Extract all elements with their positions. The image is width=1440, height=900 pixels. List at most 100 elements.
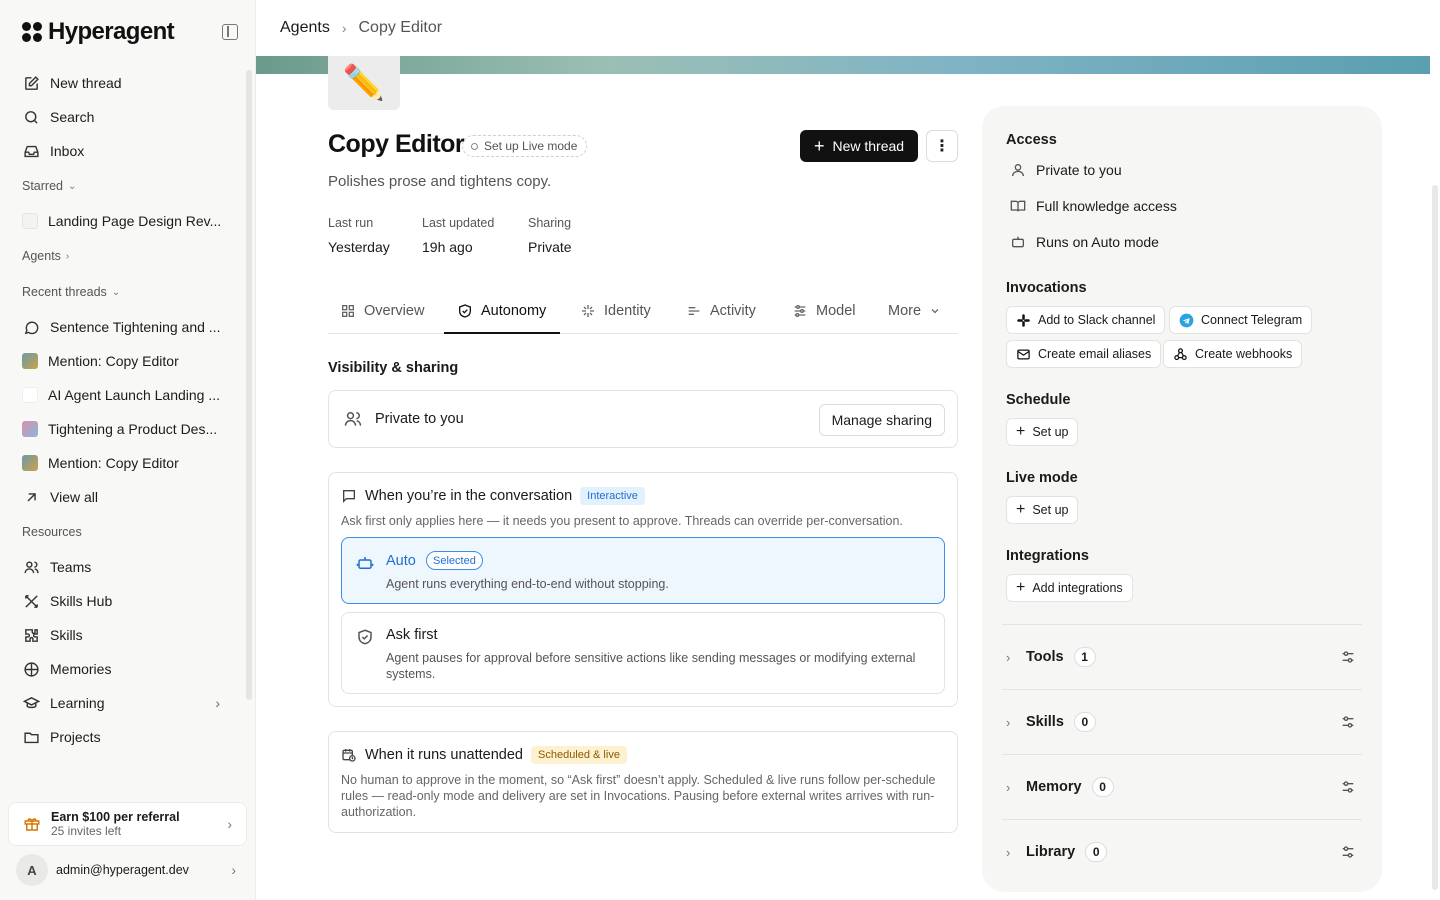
sidebar-recent-thread[interactable]: Mention: Copy Editor — [8, 446, 244, 480]
page-scrollbar[interactable] — [1432, 185, 1438, 890]
create-webhooks-button[interactable]: Create webhooks — [1163, 340, 1303, 368]
section-starred[interactable]: Starred ⌄ — [8, 168, 244, 204]
tab-activity[interactable]: Activity — [686, 288, 756, 334]
puzzle-icon — [22, 626, 40, 644]
brand[interactable]: Hyperagent — [22, 18, 175, 46]
agent-details-panel: Access Private to you Full knowledge acc… — [982, 106, 1382, 892]
sparkle-icon — [582, 305, 594, 317]
pencil-thumb-icon — [22, 353, 38, 369]
agent-avatar: ✏️ — [328, 56, 400, 110]
sidebar-recent-thread[interactable]: Tightening a Product Des... — [8, 412, 244, 446]
chevron-right-icon: › — [1006, 649, 1011, 665]
sidebar-item-label: Mention: Copy Editor — [48, 353, 179, 369]
unattended-card: When it runs unattended Scheduled & live… — [328, 731, 958, 833]
tab-identity[interactable]: Identity — [580, 288, 651, 334]
section-tools[interactable]: › Tools 1 — [1002, 624, 1362, 689]
calendar-clock-icon — [342, 749, 356, 762]
robot-icon — [356, 557, 374, 569]
plus-icon: + — [1016, 423, 1026, 440]
chevron-down-icon: ⌄ — [111, 286, 121, 298]
integrations-title: Integrations — [1006, 548, 1089, 564]
manage-sharing-button[interactable]: Manage sharing — [818, 404, 945, 436]
mail-icon — [1017, 349, 1030, 359]
chip-label: Create email aliases — [1038, 347, 1152, 361]
sidebar-item-projects[interactable]: Projects — [8, 720, 244, 754]
sidebar-view-all[interactable]: View all — [8, 480, 244, 514]
tab-autonomy[interactable]: Autonomy — [457, 288, 546, 334]
add-slack-button[interactable]: Add to Slack channel — [1006, 306, 1166, 334]
setup-live-mode-pill[interactable]: Set up Live mode — [462, 135, 588, 157]
brand-logo-icon — [22, 22, 42, 42]
section-library[interactable]: › Library 0 — [1002, 819, 1362, 884]
section-recent-threads[interactable]: Recent threads ⌄ — [8, 274, 244, 310]
sidebar-item-inbox[interactable]: Inbox — [8, 134, 244, 168]
breadcrumb-agents[interactable]: Agents — [280, 19, 330, 37]
option-title: Auto — [386, 553, 416, 569]
filter-settings-icon[interactable] — [1340, 779, 1356, 795]
account-menu[interactable]: A admin@hyperagent.dev › — [16, 854, 244, 886]
add-integrations-button[interactable]: + Add integrations — [1006, 574, 1133, 602]
section-count: 0 — [1073, 712, 1096, 732]
new-thread-button[interactable]: + New thread — [800, 130, 918, 162]
visibility-card: Private to you Manage sharing — [328, 390, 958, 448]
sidebar-item-teams[interactable]: Teams — [8, 550, 244, 584]
meta-value: Private — [528, 239, 572, 255]
access-private: Private to you — [1010, 162, 1122, 178]
filter-settings-icon[interactable] — [1340, 649, 1356, 665]
collapse-sidebar-icon[interactable] — [222, 24, 238, 40]
shield-check-icon — [459, 304, 471, 318]
schedule-setup-button[interactable]: + Set up — [1006, 418, 1079, 446]
book-icon — [1010, 200, 1026, 212]
edit-icon — [22, 74, 40, 92]
unattended-header: When it runs unattended Scheduled & live — [341, 746, 627, 764]
sidebar-item-learning[interactable]: Learning › — [8, 686, 244, 720]
sidebar-item-label: Tightening a Product Des... — [48, 421, 218, 437]
chevron-right-icon: › — [231, 862, 236, 878]
more-options-button[interactable]: ⋮ — [926, 130, 958, 162]
section-count: 0 — [1091, 777, 1114, 797]
live-mode-setup-button[interactable]: + Set up — [1006, 496, 1079, 524]
chip-label: Create webhooks — [1195, 347, 1293, 361]
sidebar-recent-thread[interactable]: AI Agent Launch Landing ... — [8, 378, 244, 412]
tab-more[interactable]: More — [888, 288, 941, 334]
chevron-right-icon: › — [341, 20, 347, 36]
chevron-down-icon — [931, 309, 939, 314]
create-email-aliases-button[interactable]: Create email aliases — [1006, 340, 1162, 368]
filter-settings-icon[interactable] — [1340, 844, 1356, 860]
access-knowledge: Full knowledge access — [1010, 198, 1177, 214]
referral-banner[interactable]: Earn $100 per referral 25 invites left › — [8, 802, 247, 846]
meta-key: Sharing — [528, 216, 572, 230]
tab-label: Autonomy — [481, 303, 547, 319]
section-name: Library — [1026, 844, 1076, 860]
option-description: Agent runs everything end-to-end without… — [386, 577, 669, 591]
filter-settings-icon[interactable] — [1340, 714, 1356, 730]
sidebar-item-label: Mention: Copy Editor — [48, 455, 179, 471]
schedule-title: Schedule — [1006, 392, 1071, 408]
sidebar-item-search[interactable]: Search — [8, 100, 244, 134]
connect-telegram-button[interactable]: Connect Telegram — [1169, 306, 1313, 334]
sidebar-item-skills-hub[interactable]: Skills Hub — [8, 584, 244, 618]
sidebar-item-memories[interactable]: Memories — [8, 652, 244, 686]
webhook-icon — [1174, 347, 1187, 360]
section-agents[interactable]: Agents › — [8, 238, 244, 274]
sidebar-item-label: Landing Page Design Rev... — [48, 213, 222, 229]
option-auto[interactable]: Auto Selected Agent runs everything end-… — [341, 537, 945, 604]
sidebar-recent-thread[interactable]: Mention: Copy Editor — [8, 344, 244, 378]
sidebar-scrollbar[interactable] — [246, 70, 252, 700]
blank-thumb-icon — [22, 387, 38, 403]
section-memory[interactable]: › Memory 0 — [1002, 754, 1362, 819]
breadcrumb: Agents › Copy Editor — [256, 0, 1440, 56]
tab-model[interactable]: Model — [792, 288, 856, 334]
sidebar-item-skills[interactable]: Skills — [8, 618, 244, 652]
sidebar-item-label: Learning — [50, 695, 105, 711]
avatar: A — [16, 854, 48, 886]
option-ask-first[interactable]: Ask first Agent pauses for approval befo… — [341, 612, 945, 694]
live-mode-title: Live mode — [1006, 470, 1078, 486]
section-skills[interactable]: › Skills 0 — [1002, 689, 1362, 754]
sidebar-item-new-thread[interactable]: New thread — [8, 66, 244, 100]
sidebar-recent-thread[interactable]: Sentence Tightening and ... — [8, 310, 244, 344]
sidebar-item-starred[interactable]: Landing Page Design Rev... — [8, 204, 244, 238]
shield-check-icon — [358, 629, 372, 645]
tab-overview[interactable]: Overview — [340, 288, 424, 334]
meta-last-updated: Last updated 19h ago — [422, 216, 494, 255]
